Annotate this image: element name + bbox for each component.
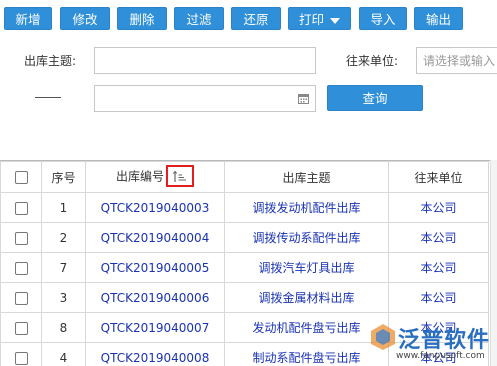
partner-label: 往来单位: — [346, 54, 399, 68]
row-partner-link[interactable]: 本公司 — [388, 222, 489, 253]
row-code-link[interactable]: QTCK2019040005 — [85, 252, 225, 283]
row-select-cell[interactable] — [0, 192, 42, 223]
row-checkbox[interactable] — [14, 291, 28, 305]
sort-button[interactable] — [166, 165, 194, 187]
watermark-url: www.fanpusoft.com — [396, 351, 485, 361]
print-label: 打印 — [298, 12, 324, 27]
date-separator — [35, 97, 61, 98]
row-select-cell[interactable] — [0, 312, 42, 343]
row-select-cell[interactable] — [0, 282, 42, 313]
row-no: 8 — [41, 312, 86, 343]
select-all-cell[interactable] — [0, 161, 42, 193]
row-subject-link[interactable]: 发动机配件盘亏出库 — [224, 312, 389, 343]
row-checkbox[interactable] — [14, 321, 28, 335]
header-partner[interactable]: 往来单位 — [388, 161, 489, 193]
header-subject[interactable]: 出库主题 — [224, 161, 389, 193]
table-row[interactable]: 7 QTCK2019040005 调拨汽车灯具出库 本公司 — [0, 252, 489, 283]
row-no: 2 — [41, 222, 86, 253]
subject-label: 出库主题: — [24, 54, 77, 68]
row-partner-link[interactable]: 本公司 — [388, 192, 489, 223]
header-code-label: 出库编号 — [115, 169, 164, 184]
toolbar: 新增 修改 删除 过滤 还原 打印 导入 输出 — [0, 0, 497, 36]
fanpu-logo-icon — [371, 324, 395, 350]
import-button[interactable]: 导入 — [359, 7, 407, 30]
row-checkbox[interactable] — [14, 261, 28, 275]
query-button[interactable]: 查询 — [327, 85, 423, 111]
partner-input[interactable] — [417, 48, 497, 73]
row-select-cell[interactable] — [0, 342, 42, 366]
delete-button[interactable]: 删除 — [117, 7, 167, 30]
row-subject-link[interactable]: 调拨汽车灯具出库 — [224, 252, 389, 283]
row-code-link[interactable]: QTCK2019040006 — [85, 282, 225, 313]
table-row[interactable]: 1 QTCK2019040003 调拨发动机配件出库 本公司 — [0, 192, 489, 223]
row-no: 1 — [41, 192, 86, 223]
select-all-checkbox[interactable] — [14, 171, 28, 184]
table-header-row: 序号 出库编号 出库主题 往来单位 — [0, 161, 489, 193]
row-no: 4 — [41, 342, 86, 366]
watermark-text: 泛普软件 — [398, 328, 491, 353]
header-code[interactable]: 出库编号 — [85, 161, 225, 193]
row-no: 3 — [41, 282, 86, 313]
table-row[interactable]: 2 QTCK2019040004 调拨传动系配件出库 本公司 — [0, 222, 489, 253]
row-partner-link[interactable]: 本公司 — [388, 282, 489, 313]
row-select-cell[interactable] — [0, 252, 42, 283]
row-checkbox[interactable] — [14, 351, 28, 365]
subject-field[interactable] — [94, 47, 316, 74]
restore-button[interactable]: 还原 — [231, 7, 281, 30]
row-checkbox[interactable] — [14, 201, 28, 215]
row-code-link[interactable]: QTCK2019040007 — [85, 312, 225, 343]
export-button[interactable]: 输出 — [414, 7, 463, 30]
row-checkbox[interactable] — [14, 231, 28, 245]
date-input[interactable] — [95, 86, 315, 111]
edit-button[interactable]: 修改 — [60, 7, 110, 30]
subject-input[interactable] — [95, 48, 315, 73]
filter-button[interactable]: 过滤 — [174, 7, 224, 30]
row-no: 7 — [41, 252, 86, 283]
fanpusoft-watermark: 泛普软件 www.fanpusoft.com — [368, 318, 497, 366]
row-code-link[interactable]: QTCK2019040008 — [85, 342, 225, 366]
table-row[interactable]: 3 QTCK2019040006 调拨金属材料出库 本公司 — [0, 282, 489, 313]
partner-field[interactable] — [416, 47, 497, 74]
row-partner-link[interactable]: 本公司 — [388, 252, 489, 283]
row-code-link[interactable]: QTCK2019040003 — [85, 192, 225, 223]
row-subject-link[interactable]: 制动系配件盘亏出库 — [224, 342, 389, 366]
calendar-icon[interactable] — [298, 93, 309, 104]
row-select-cell[interactable] — [0, 222, 42, 253]
row-subject-link[interactable]: 调拨金属材料出库 — [224, 282, 389, 313]
add-button[interactable]: 新增 — [4, 7, 52, 30]
row-code-link[interactable]: QTCK2019040004 — [85, 222, 225, 253]
print-button[interactable]: 打印 — [288, 7, 351, 30]
row-subject-link[interactable]: 调拨传动系配件出库 — [224, 222, 389, 253]
sort-icon — [173, 171, 186, 182]
chevron-down-icon — [330, 17, 340, 24]
header-no[interactable]: 序号 — [41, 161, 86, 193]
row-subject-link[interactable]: 调拨发动机配件出库 — [224, 192, 389, 223]
date-field[interactable] — [94, 85, 316, 112]
